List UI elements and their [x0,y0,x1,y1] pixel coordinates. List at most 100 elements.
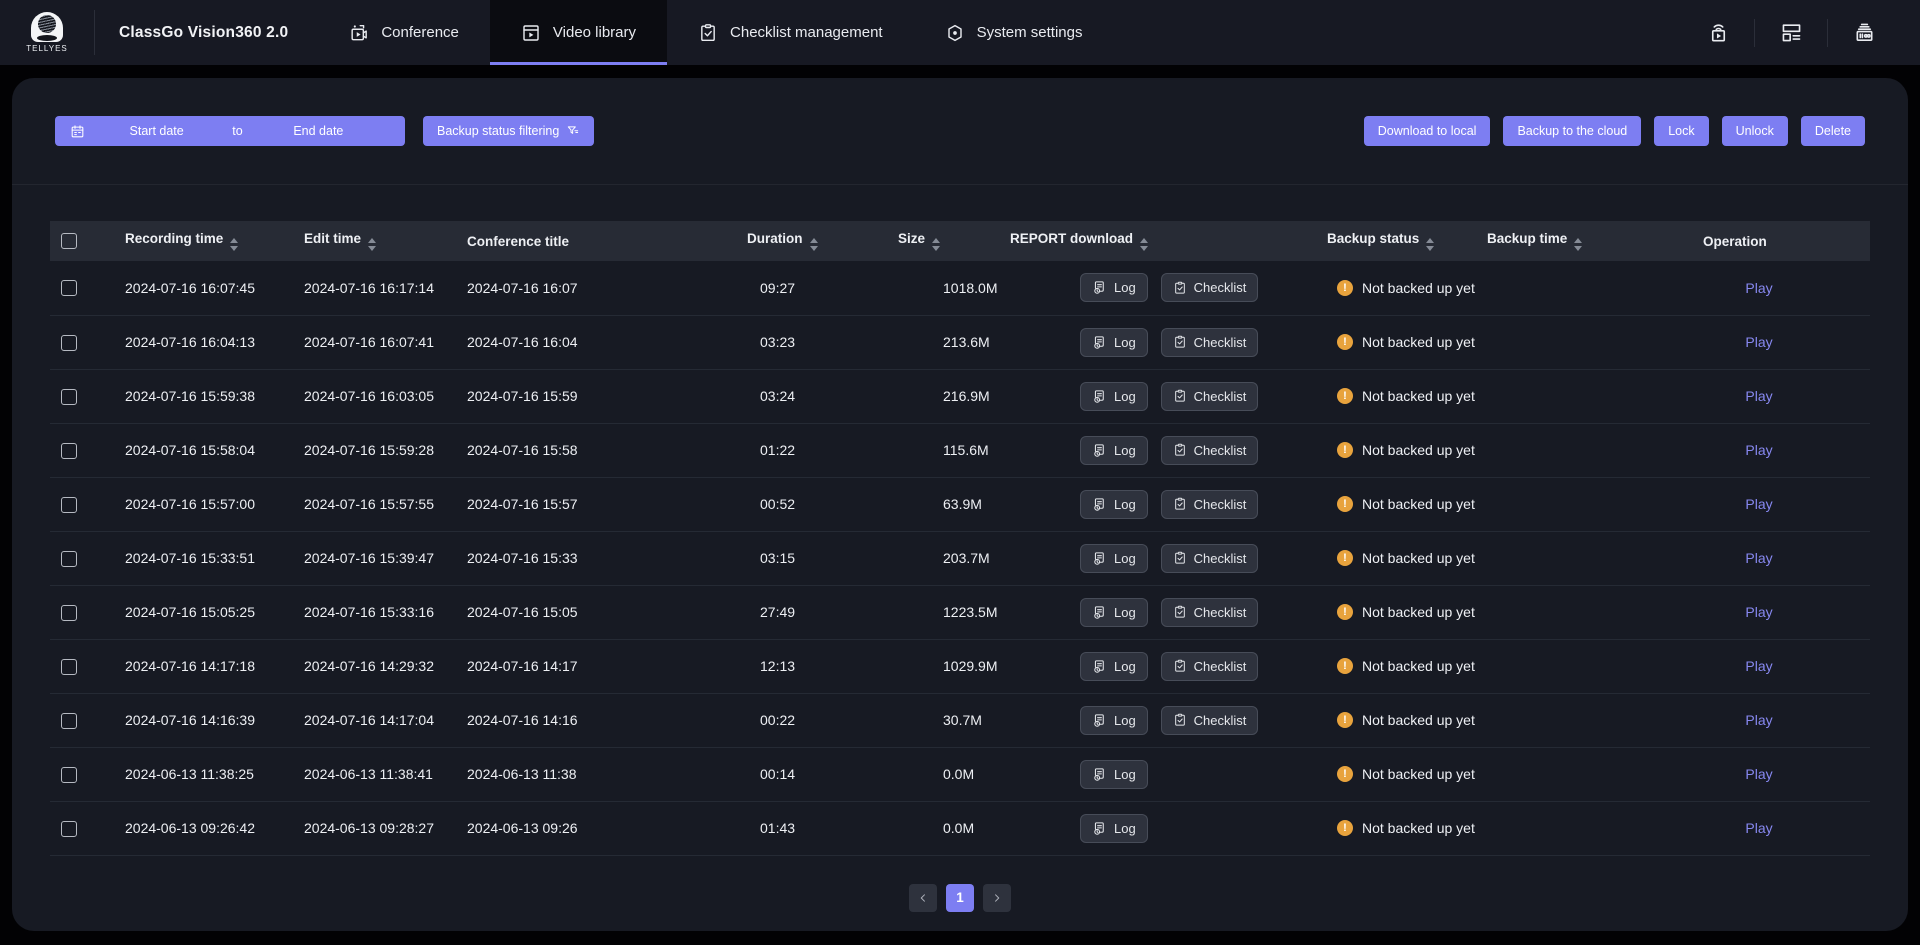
cell-size: 203.7M [898,531,1010,585]
prev-page-button[interactable] [909,884,937,912]
tab-checklist-management[interactable]: Checklist management [667,0,914,65]
log-button[interactable]: Log [1080,652,1148,681]
play-link[interactable]: Play [1745,442,1772,458]
date-range-picker[interactable]: Start date to End date [55,116,405,146]
play-link[interactable]: Play [1745,712,1772,728]
sort-icon[interactable] [1574,238,1582,251]
cell-size: 1018.0M [898,261,1010,315]
log-button[interactable]: Log [1080,760,1148,789]
sort-icon[interactable] [1426,238,1434,251]
col-size[interactable]: Size [898,221,1010,261]
tab-video-library[interactable]: Video library [490,0,667,65]
row-checkbox[interactable] [61,335,77,351]
row-checkbox[interactable] [61,551,77,567]
cell-report-download: Log Checklist [1010,693,1327,747]
sort-icon[interactable] [810,238,818,251]
log-document-icon [1092,335,1107,350]
col-duration[interactable]: Duration [747,221,898,261]
log-button[interactable]: Log [1080,706,1148,735]
row-checkbox[interactable] [61,280,77,296]
checklist-button[interactable]: Checklist [1161,490,1259,519]
log-button[interactable]: Log [1080,814,1148,843]
checklist-button[interactable]: Checklist [1161,273,1259,302]
log-button[interactable]: Log [1080,544,1148,573]
tab-conference[interactable]: Conference [318,0,490,65]
play-link[interactable]: Play [1745,388,1772,404]
checklist-button[interactable]: Checklist [1161,382,1259,411]
col-edit-time[interactable]: Edit time [304,221,467,261]
log-button[interactable]: Log [1080,273,1148,302]
lock-button[interactable]: Lock [1654,116,1708,146]
cell-edit-time: 2024-07-16 15:59:28 [304,423,467,477]
tellyes-logo-icon [27,12,67,42]
cell-edit-time: 2024-07-16 15:33:16 [304,585,467,639]
log-button[interactable]: Log [1080,436,1148,465]
play-link[interactable]: Play [1745,820,1772,836]
next-page-button[interactable] [983,884,1011,912]
sort-icon[interactable] [368,238,376,251]
col-backup-status[interactable]: Backup status [1327,221,1487,261]
checklist-button[interactable]: Checklist [1161,598,1259,627]
tab-system-settings[interactable]: System settings [914,0,1114,65]
warning-icon: ! [1337,550,1353,566]
start-date-input[interactable]: Start date [85,124,228,138]
row-checkbox[interactable] [61,443,77,459]
sort-icon[interactable] [1140,238,1148,251]
row-checkbox[interactable] [61,767,77,783]
play-link[interactable]: Play [1745,658,1772,674]
warning-icon: ! [1337,604,1353,620]
row-checkbox[interactable] [61,497,77,513]
recorder-device-button[interactable] [1828,21,1900,44]
select-all-checkbox[interactable] [61,233,77,249]
screen-cast-button[interactable] [1682,21,1754,44]
cell-backup-time [1487,315,1648,369]
cell-backup-status: ! Not backed up yet [1327,261,1487,315]
backup-status-filter-button[interactable]: Backup status filtering [423,116,594,146]
sort-icon[interactable] [932,238,940,251]
cell-edit-time: 2024-07-16 16:07:41 [304,315,467,369]
col-backup-time[interactable]: Backup time [1487,221,1648,261]
row-checkbox[interactable] [61,713,77,729]
log-document-icon [1092,821,1107,836]
cell-backup-time [1487,261,1648,315]
page-1-button[interactable]: 1 [946,884,974,912]
checklist-button[interactable]: Checklist [1161,652,1259,681]
video-library-panel: Start date to End date Backup status fil… [12,78,1908,931]
log-button[interactable]: Log [1080,598,1148,627]
checklist-button[interactable]: Checklist [1161,436,1259,465]
play-link[interactable]: Play [1745,334,1772,350]
download-to-local-button[interactable]: Download to local [1364,116,1491,146]
log-document-icon [1092,713,1107,728]
cell-size: 0.0M [898,747,1010,801]
log-button[interactable]: Log [1080,490,1148,519]
col-report-download[interactable]: REPORT download [1010,221,1327,261]
play-link[interactable]: Play [1745,550,1772,566]
tab-label: System settings [977,24,1083,41]
recordings-table-wrap: Recording time Edit time Conference titl… [12,185,1908,912]
cell-backup-status: ! Not backed up yet [1327,315,1487,369]
play-link[interactable]: Play [1745,280,1772,296]
play-link[interactable]: Play [1745,496,1772,512]
play-link[interactable]: Play [1745,766,1772,782]
cell-edit-time: 2024-07-16 15:39:47 [304,531,467,585]
backup-to-cloud-button[interactable]: Backup to the cloud [1503,116,1641,146]
log-button[interactable]: Log [1080,328,1148,357]
cell-backup-status: ! Not backed up yet [1327,531,1487,585]
checklist-button[interactable]: Checklist [1161,706,1259,735]
row-checkbox[interactable] [61,605,77,621]
sort-icon[interactable] [230,238,238,251]
play-link[interactable]: Play [1745,604,1772,620]
unlock-button[interactable]: Unlock [1722,116,1788,146]
log-button[interactable]: Log [1080,382,1148,411]
layout-panels-button[interactable] [1755,21,1827,44]
row-checkbox[interactable] [61,659,77,675]
delete-button[interactable]: Delete [1801,116,1865,146]
row-checkbox[interactable] [61,821,77,837]
checklist-button[interactable]: Checklist [1161,544,1259,573]
cell-duration: 03:24 [747,369,898,423]
end-date-input[interactable]: End date [247,124,390,138]
row-checkbox[interactable] [61,389,77,405]
checklist-button[interactable]: Checklist [1161,328,1259,357]
col-recording-time[interactable]: Recording time [125,221,304,261]
cell-backup-time [1487,801,1648,855]
